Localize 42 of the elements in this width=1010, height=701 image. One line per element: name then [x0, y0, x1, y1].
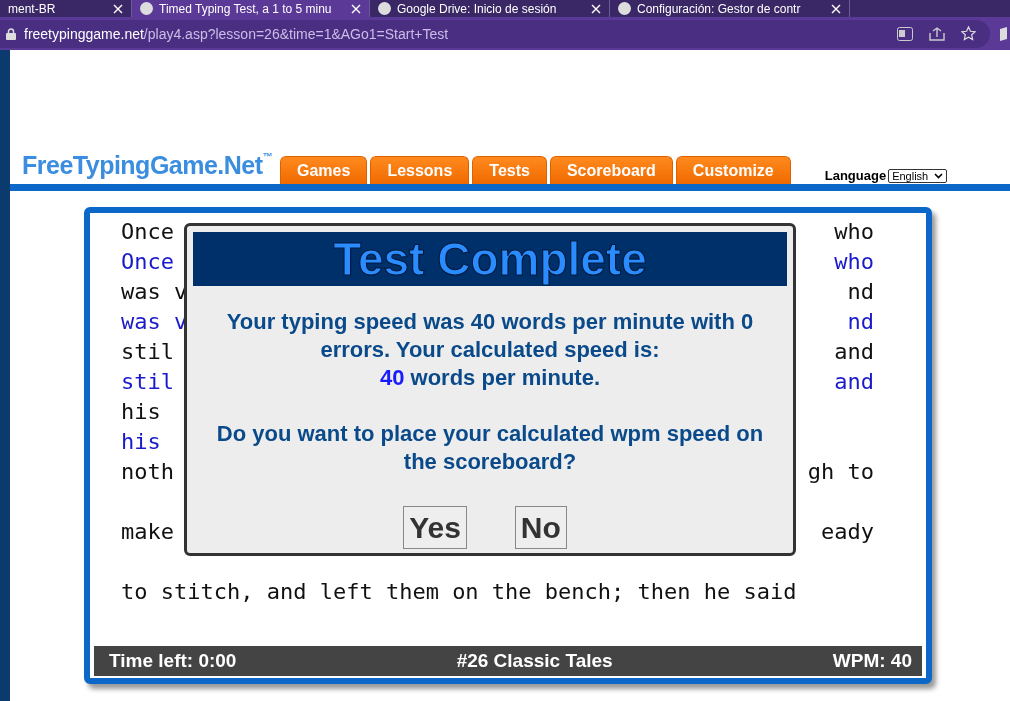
wpm-label: WPM: 40 [832, 650, 912, 672]
address-bar[interactable]: freetypinggame.net/play4.asp?lesson=26&time=1&AGo1=Start+Test [0, 19, 990, 48]
yes-button[interactable]: Yes [403, 506, 467, 549]
lesson-title: #26 Classic Tales [456, 650, 613, 672]
passage-text: and [834, 338, 874, 366]
dropdown-caret-icon [934, 172, 944, 179]
passage-text: his [121, 428, 161, 456]
time-left-label: Time left: 0:00 [109, 650, 237, 672]
result-message: Your typing speed was 40 words per minute with 0 errors. Your calculated speed is: 40 words per minute. [225, 308, 755, 392]
share-icon[interactable] [929, 26, 945, 41]
dialog-title: Test Complete [193, 232, 787, 286]
passage-text: make [121, 518, 174, 546]
no-button[interactable]: No [514, 506, 567, 549]
passage-text: gh to [807, 458, 874, 486]
passage-text: Once [121, 248, 174, 276]
passage-text: eady [821, 518, 874, 546]
passage-text: to stitch, and left them on the bench; then he said [121, 578, 797, 606]
language-select[interactable]: English [888, 168, 948, 183]
scoreboard-question: Do you want to place your calculated wpm speed on the scoreboard? [215, 420, 765, 476]
lock-icon [6, 27, 16, 40]
star-icon[interactable] [961, 26, 976, 41]
translate-icon[interactable] [897, 26, 913, 41]
close-icon[interactable] [351, 3, 361, 14]
passage-text: stil [121, 368, 174, 396]
passage-text: his [121, 398, 161, 426]
passage-text: who [834, 218, 874, 246]
passage-text: noth [121, 458, 174, 486]
passage-text: nd [847, 308, 874, 336]
passage-text: and [834, 368, 874, 396]
passage-text: nd [847, 278, 874, 306]
close-icon[interactable] [591, 3, 601, 14]
site-favicon-icon [378, 2, 391, 15]
passage-text: who [834, 248, 874, 276]
language-label: Language [824, 168, 887, 183]
passage-text: stil [121, 338, 174, 366]
close-icon[interactable] [831, 3, 841, 14]
passage-text: Once [121, 218, 174, 246]
site-favicon-icon [140, 2, 153, 15]
site-logo[interactable]: FreeTypingGame.Net$^{™}$ [22, 151, 280, 184]
browser-tab[interactable]: Timed Typing Test, a 1 to 5 minu [132, 0, 370, 17]
site-favicon-icon [618, 2, 631, 15]
close-icon[interactable] [113, 3, 123, 14]
